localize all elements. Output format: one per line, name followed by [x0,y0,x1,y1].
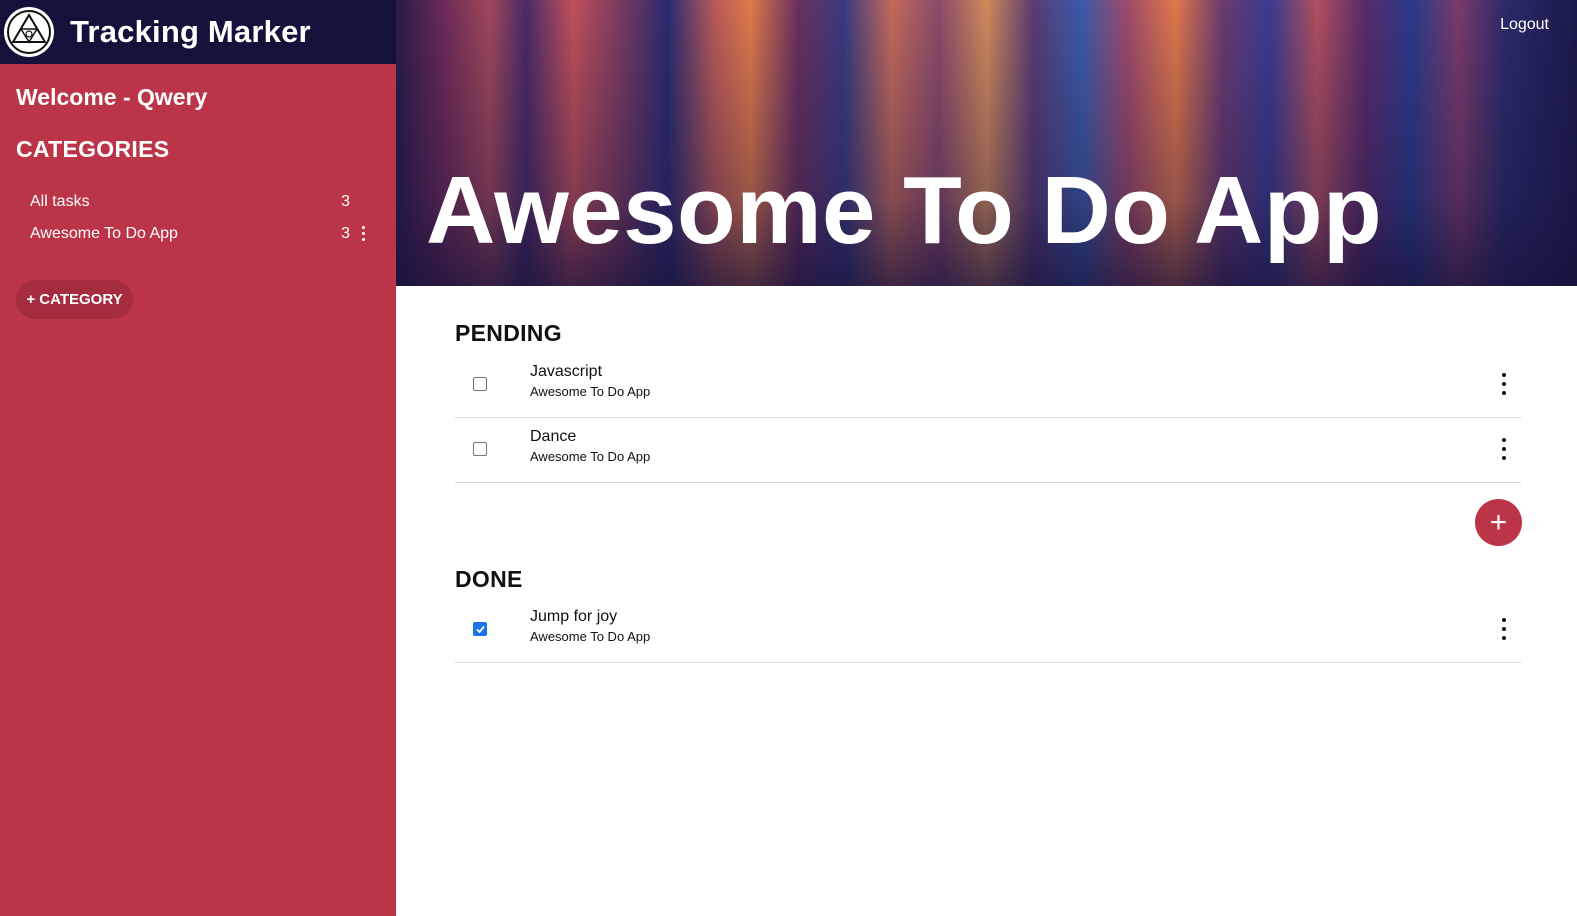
task-category: Awesome To Do App [530,629,651,644]
category-more-icon[interactable] [362,226,366,244]
logout-link[interactable]: Logout [1500,16,1549,34]
more-vert-icon[interactable] [1501,438,1507,464]
category-list: All tasks 3 Awesome To Do App 3 [30,186,370,250]
task-checkbox-checked[interactable] [473,622,487,636]
task-name: Javascript [530,363,603,380]
category-item-all-tasks[interactable]: All tasks 3 [30,186,370,218]
pending-heading: PENDING [455,320,562,346]
app-title: Tracking Marker [70,14,311,49]
done-heading: DONE [455,566,523,592]
check-icon [476,625,485,634]
task-row[interactable]: Jump for joy Awesome To Do App [455,598,1521,663]
category-item-awesome-to-do-app[interactable]: Awesome To Do App 3 [30,218,370,250]
triangle-emblem-icon[interactable] [4,7,54,57]
category-count: 3 [341,225,350,242]
task-category: Awesome To Do App [530,384,651,399]
brand-bar: Tracking Marker [0,0,396,64]
sidebar: Tracking Marker Welcome - Qwery CATEGORI… [0,0,396,916]
task-row[interactable]: Javascript Awesome To Do App [455,353,1521,418]
category-label: Awesome To Do App [30,225,178,242]
add-task-button[interactable]: + [1475,499,1522,546]
task-row[interactable]: Dance Awesome To Do App [455,418,1521,483]
task-name: Jump for joy [530,608,618,625]
page-title: Awesome To Do App [426,157,1383,264]
task-name: Dance [530,428,577,445]
task-checkbox[interactable] [473,377,487,391]
category-label: All tasks [30,193,90,210]
task-category: Awesome To Do App [530,449,651,464]
category-count: 3 [341,193,350,210]
more-vert-icon[interactable] [1501,373,1507,399]
categories-heading: CATEGORIES [16,136,170,162]
task-checkbox[interactable] [473,442,487,456]
more-vert-icon[interactable] [1501,618,1507,644]
hero-banner: Logout Awesome To Do App [396,0,1577,286]
welcome-text: Welcome - Qwery [16,84,208,110]
add-category-button[interactable]: + CATEGORY [16,280,133,319]
